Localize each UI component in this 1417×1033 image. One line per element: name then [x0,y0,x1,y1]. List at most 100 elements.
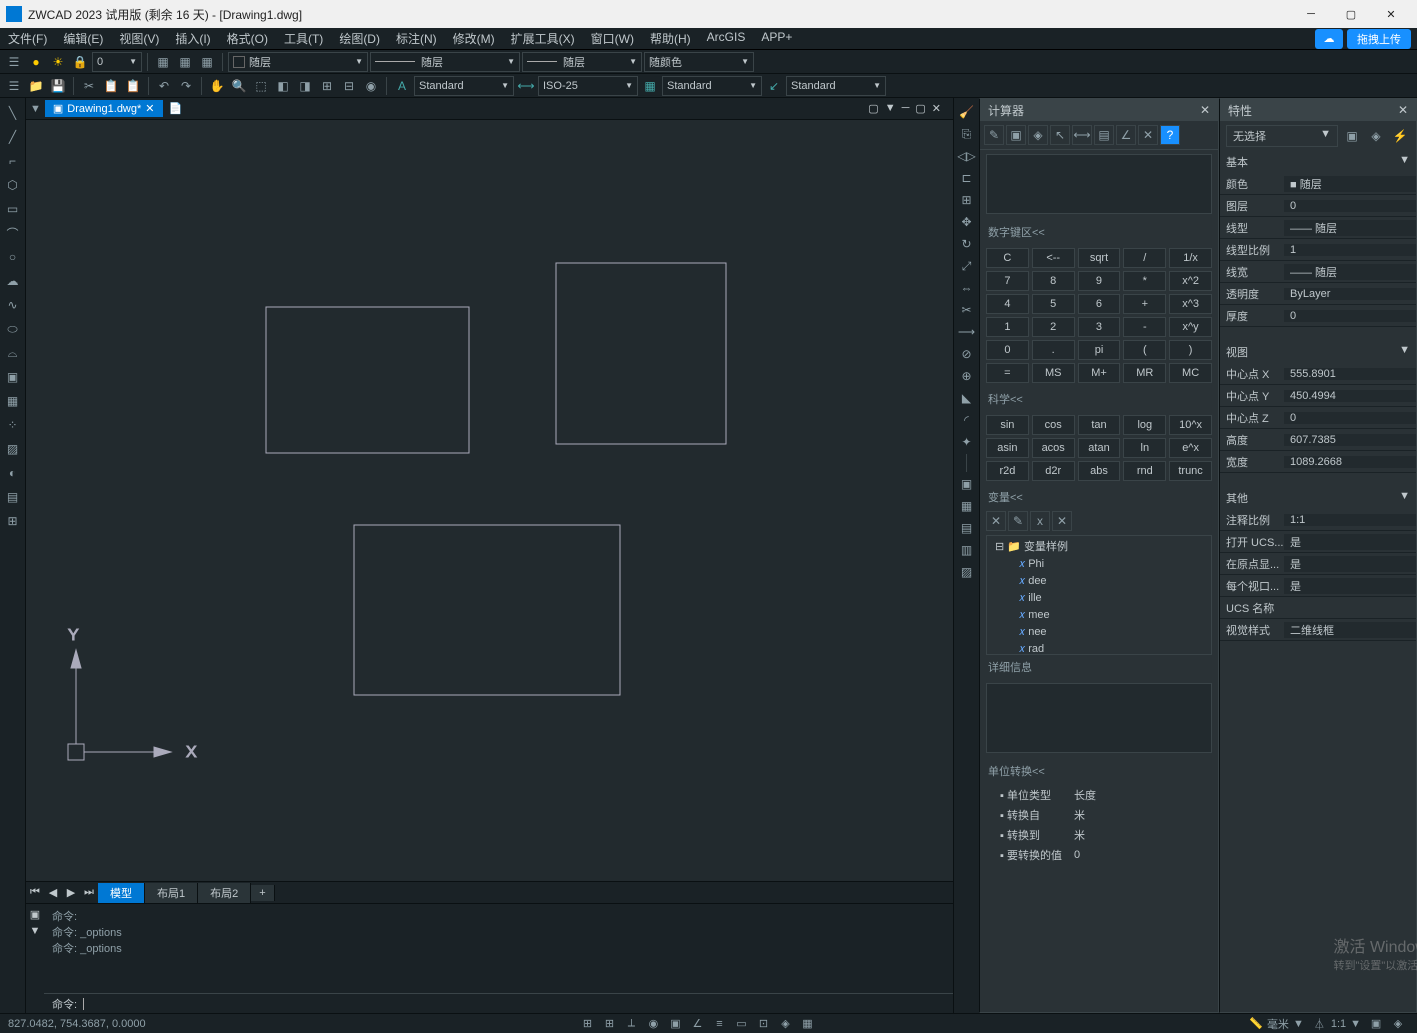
calc-key[interactable]: ln [1123,438,1166,458]
offset-icon[interactable]: ⊏ [957,168,977,188]
point-icon[interactable]: ⁘ [2,414,24,436]
rotate-icon[interactable]: ↻ [957,234,977,254]
model-icon[interactable]: ▭ [731,1015,751,1033]
status-9[interactable]: ⊡ [753,1015,773,1033]
menu-item[interactable]: 视图(V) [111,30,167,47]
copy-icon[interactable]: 📋 [101,76,121,96]
ellipse-arc-icon[interactable]: ⌓ [2,342,24,364]
calc-key[interactable]: 9 [1078,271,1121,291]
selection-dropdown[interactable]: 无选择▼ [1226,125,1338,147]
zoom-window-icon[interactable]: ⬚ [251,76,271,96]
section-title[interactable]: 视图 [1226,344,1248,360]
calc-key[interactable]: x^y [1169,317,1212,337]
calc-key[interactable]: M+ [1078,363,1121,383]
menu-item[interactable]: 扩展工具(X) [503,30,583,47]
variable-item[interactable]: 𝑥 mee [987,607,1211,624]
status-11[interactable]: ▦ [797,1015,817,1033]
calc-tool-6[interactable]: ▤ [1094,125,1114,145]
xline-icon[interactable]: ╱ [2,126,24,148]
menu-item[interactable]: 插入(I) [167,30,218,47]
menu-item[interactable]: 编辑(E) [55,30,111,47]
property-value[interactable]: 0 [1284,412,1416,424]
calc-key[interactable]: d2r [1032,461,1075,481]
variable-tree[interactable]: ⊟ 📁 变量样例 𝑥 Phi𝑥 dee𝑥 ille𝑥 mee𝑥 nee𝑥 rad [986,535,1212,655]
cut-icon[interactable]: ✂ [79,76,99,96]
calc-key[interactable]: trunc [1169,461,1212,481]
calc-key[interactable]: 8 [1032,271,1075,291]
unit-value[interactable]: 米 [1066,827,1212,843]
redo-icon[interactable]: ↷ [176,76,196,96]
property-value[interactable]: 是 [1284,534,1416,550]
extend-icon[interactable]: ⟶ [957,322,977,342]
open-icon[interactable]: 📁 [26,76,46,96]
calc-key[interactable]: <-- [1032,248,1075,268]
tab-layout2[interactable]: 布局2 [198,883,251,903]
menu-item[interactable]: 标注(N) [388,30,445,47]
tab-prev-icon[interactable]: ◀ [44,886,62,899]
tool-b4[interactable]: ◧ [273,76,293,96]
drawing-canvas[interactable]: X Y [26,120,953,881]
calc-key[interactable]: sqrt [1078,248,1121,268]
scientific-section-title[interactable]: 科学<< [980,387,1218,411]
property-value[interactable]: 1 [1284,244,1416,256]
calc-key[interactable]: MR [1123,363,1166,383]
props-3-icon[interactable]: ▤ [957,518,977,538]
variable-item[interactable]: 𝑥 rad [987,641,1211,655]
doc-maximize-icon[interactable]: ▢ [915,102,925,115]
calc-key[interactable]: 7 [986,271,1029,291]
drag-upload-button[interactable]: 拖拽上传 [1347,29,1411,49]
viewcube-icon[interactable]: ▢ [868,102,878,115]
doc-close-icon[interactable]: ✕ [932,102,941,115]
lock-icon[interactable]: 🔒 [70,52,90,72]
menu-item[interactable]: 工具(T) [276,30,331,47]
calc-key[interactable]: C [986,248,1029,268]
coordinates-display[interactable]: 827.0482, 754.3687, 0.0000 [8,1018,146,1030]
text-style-dropdown[interactable]: Standard▼ [414,76,514,96]
otrack-icon[interactable]: ∠ [687,1015,707,1033]
circle-icon[interactable]: ○ [2,246,24,268]
linestyle-dropdown[interactable]: 随层▼ [522,52,642,72]
pickadd-icon[interactable]: ⚡ [1390,126,1410,146]
calculator-close-icon[interactable]: ✕ [1200,103,1210,117]
document-tab[interactable]: ▣ Drawing1.dwg* ✕ [45,100,163,117]
erase-icon[interactable]: 🧹 [957,102,977,122]
join-icon[interactable]: ⊕ [957,366,977,386]
var-tool-3[interactable]: x [1030,511,1050,531]
variable-item[interactable]: 𝑥 dee [987,573,1211,590]
property-value[interactable]: 0 [1284,310,1416,322]
calc-key[interactable]: log [1123,415,1166,435]
calculator-display[interactable] [986,154,1212,214]
calc-tool-1[interactable]: ✎ [984,125,1004,145]
lineweight-dropdown[interactable]: 随层▼ [370,52,520,72]
dim-style-icon[interactable]: ⟷ [516,76,536,96]
ellipse-icon[interactable]: ⬭ [2,318,24,340]
dim-style-dropdown[interactable]: ISO-25▼ [538,76,638,96]
props-2-icon[interactable]: ▦ [957,496,977,516]
scale-icon[interactable]: ⤢ [957,256,977,276]
menu-item[interactable]: 格式(O) [219,30,276,47]
calc-key[interactable]: x^2 [1169,271,1212,291]
status-10[interactable]: ◈ [775,1015,795,1033]
calc-key[interactable]: 6 [1078,294,1121,314]
calc-key[interactable]: 2 [1032,317,1075,337]
menu-item[interactable]: 绘图(D) [331,30,388,47]
table-style-icon[interactable]: ▦ [640,76,660,96]
stretch-icon[interactable]: ⇔ [957,278,977,298]
ortho-icon[interactable]: ⟂ [621,1015,641,1033]
command-line[interactable]: 命令: [44,993,953,1013]
props-5-icon[interactable]: ▨ [957,562,977,582]
calc-key[interactable]: sin [986,415,1029,435]
quick-select-icon[interactable]: ▣ [1342,126,1362,146]
menu-item[interactable]: 窗口(W) [583,30,642,47]
calc-tool-5[interactable]: ⟷ [1072,125,1092,145]
block-icon[interactable]: ▦ [2,390,24,412]
mleader-style-icon[interactable]: ↙ [764,76,784,96]
property-value[interactable]: 607.7385 [1284,434,1416,446]
explode-icon[interactable]: ✦ [957,432,977,452]
property-value[interactable]: —— 随层 [1284,220,1416,236]
new-tab-icon[interactable]: 📄 [169,102,183,115]
properties-close-icon[interactable]: ✕ [1398,103,1408,117]
tool-b7[interactable]: ⊟ [339,76,359,96]
linetype-dropdown[interactable]: 随层▼ [228,52,368,72]
navbar-icon[interactable]: ▼ [885,102,896,115]
